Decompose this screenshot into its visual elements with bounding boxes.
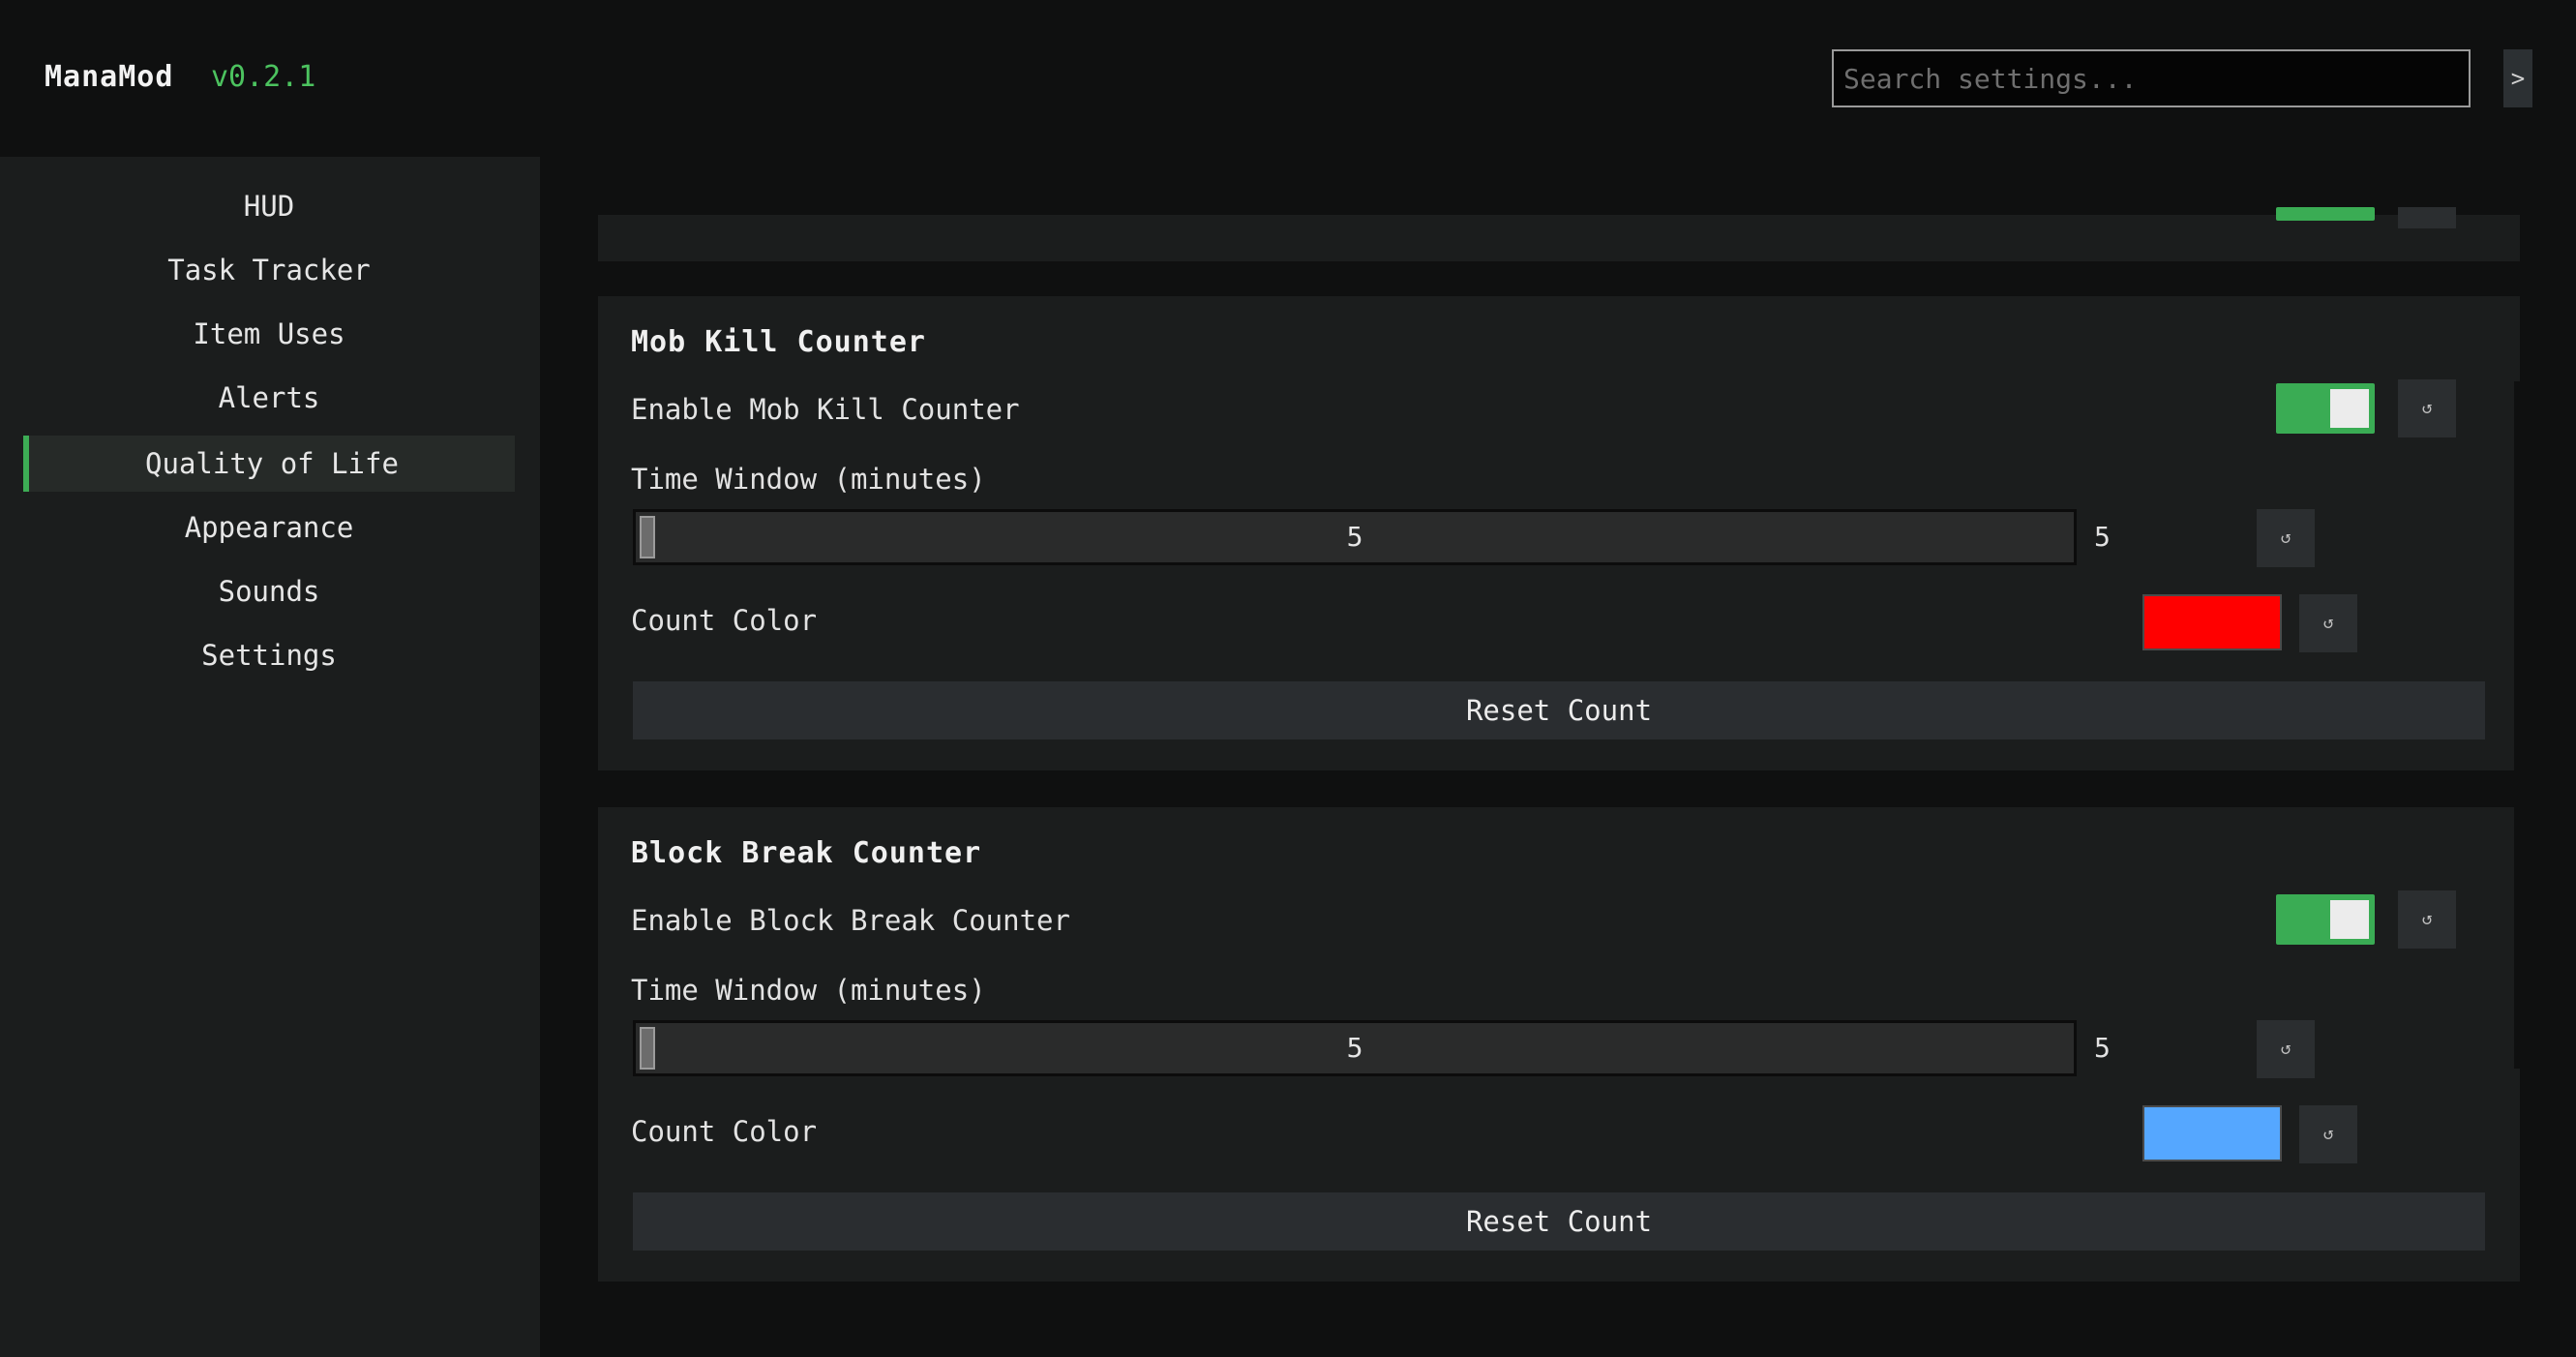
- reset-icon[interactable]: ↺: [2398, 890, 2456, 949]
- sidebar-item-settings[interactable]: Settings: [23, 627, 515, 683]
- app-version: v0.2.1: [211, 60, 316, 94]
- sidebar-item-hud[interactable]: HUD: [23, 178, 515, 234]
- search-input[interactable]: [1832, 49, 2471, 107]
- sidebar-item-sounds[interactable]: Sounds: [23, 563, 515, 619]
- sidebar-item-appearance[interactable]: Appearance: [23, 499, 515, 556]
- app-title: ManaMod: [45, 60, 174, 94]
- count-color-label: Count Color: [631, 1115, 818, 1148]
- reset-count-button[interactable]: Reset Count: [633, 1192, 2485, 1251]
- count-color-swatch[interactable]: [2142, 594, 2282, 650]
- sidebar-item-quality-of-life[interactable]: Quality of Life: [23, 436, 515, 492]
- header-chevron-button[interactable]: >: [2503, 49, 2532, 107]
- sidebar-item-task-tracker[interactable]: Task Tracker: [23, 242, 515, 298]
- time-window-slider[interactable]: 5: [633, 509, 2077, 565]
- settings-panel[interactable]: Mob Kill Counter Enable Mob Kill Counter…: [540, 157, 2576, 1357]
- reset-icon[interactable]: ↺: [2398, 379, 2456, 437]
- sidebar-item-alerts[interactable]: Alerts: [23, 370, 515, 426]
- reset-icon[interactable]: ↺: [2299, 594, 2357, 652]
- sidebar-item-item-uses[interactable]: Item Uses: [23, 306, 515, 362]
- scrollbar[interactable]: [2514, 381, 2520, 1069]
- toggle-knob: [2330, 389, 2369, 428]
- time-window-value: 5: [2094, 521, 2111, 553]
- reset-count-button[interactable]: Reset Count: [633, 681, 2485, 739]
- count-color-swatch[interactable]: [2142, 1105, 2282, 1161]
- enable-block-break-counter-label: Enable Block Break Counter: [631, 904, 1070, 937]
- time-window-value: 5: [2094, 1032, 2111, 1064]
- toggle-knob: [2330, 900, 2369, 939]
- card-title: Block Break Counter: [631, 836, 982, 870]
- previous-toggle[interactable]: [2276, 207, 2375, 221]
- mob-kill-counter-card: Mob Kill Counter Enable Mob Kill Counter…: [598, 296, 2520, 770]
- enable-block-break-counter-toggle[interactable]: [2276, 894, 2375, 945]
- time-window-label: Time Window (minutes): [631, 974, 986, 1007]
- enable-mob-kill-counter-label: Enable Mob Kill Counter: [631, 393, 1020, 426]
- card-title: Mob Kill Counter: [631, 325, 926, 359]
- previous-card: [598, 207, 2520, 261]
- reset-icon[interactable]: ↺: [2257, 509, 2315, 567]
- sidebar: HUD Task Tracker Item Uses Alerts Qualit…: [0, 157, 540, 1357]
- time-window-slider[interactable]: 5: [633, 1020, 2077, 1076]
- slider-text: 5: [1346, 1032, 1363, 1064]
- block-break-counter-card: Block Break Counter Enable Block Break C…: [598, 807, 2520, 1282]
- enable-mob-kill-counter-toggle[interactable]: [2276, 383, 2375, 434]
- header: ManaMod v0.2.1 >: [0, 0, 2576, 157]
- reset-icon[interactable]: ↺: [2299, 1105, 2357, 1163]
- time-window-label: Time Window (minutes): [631, 463, 986, 496]
- reset-icon[interactable]: ↺: [2257, 1020, 2315, 1078]
- count-color-label: Count Color: [631, 604, 818, 637]
- previous-reset-button[interactable]: [2398, 207, 2456, 228]
- slider-text: 5: [1346, 521, 1363, 553]
